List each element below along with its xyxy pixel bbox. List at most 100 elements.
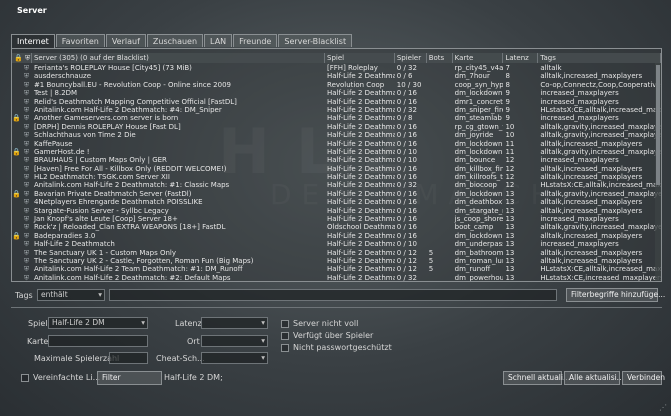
- tab-history[interactable]: Verlauf: [105, 34, 146, 47]
- chevron-down-icon: ▾: [98, 290, 102, 299]
- tags-input[interactable]: [109, 289, 557, 301]
- server-game: Half-Life 2 Deathmatch: [327, 189, 395, 198]
- server-row[interactable]: ⛨ [DRPH] Dennis ROLEPLAY House [Fast DL] H…: [12, 123, 661, 131]
- server-players: 0 / 32: [396, 273, 417, 282]
- lock-icon: [12, 223, 21, 231]
- server-latency: 9: [505, 114, 510, 123]
- latency-filter-select[interactable]: ▾: [201, 317, 268, 329]
- server-row[interactable]: 🔒 ⛨ Bavarian Private Deathmatch Server (Fa…: [12, 190, 661, 198]
- server-row[interactable]: ⛨ Schlachthaus von Time 2 Die Half-Life 2 …: [12, 131, 661, 139]
- shield-icon: ⛨: [23, 248, 30, 257]
- server-row[interactable]: ⛨ BRAUHAUS | Custom Maps Only | GER Half-L…: [12, 156, 661, 164]
- server-row[interactable]: ⛨ Anitalink.com Half-Life 2 Deathmatch: #…: [12, 106, 661, 114]
- server-game: Revolution Coop: [327, 80, 385, 89]
- column-game[interactable]: Spiel: [325, 53, 395, 63]
- shield-icon: ⛨: [23, 189, 30, 198]
- connect-button[interactable]: Verbinden: [622, 371, 665, 385]
- server-list-scrollbar[interactable]: [655, 63, 661, 281]
- server-row[interactable]: ⛨ Anitalink.com Half-Life 2 Team Deathmat…: [12, 265, 661, 273]
- server-bots: [427, 274, 453, 281]
- refresh-all-button[interactable]: Alle aktualisi...: [564, 371, 624, 385]
- location-filter-select[interactable]: ▾: [201, 335, 268, 347]
- add-filter-tags-button[interactable]: Filterbegriffe hinzufüge...: [566, 288, 665, 302]
- server-row[interactable]: ⛨ Relid's Deathmatch Mapping Competitive …: [12, 98, 661, 106]
- server-tags: alltalk,increased_maxplayers: [540, 139, 643, 148]
- server-row[interactable]: ⛨ Ferianta's ROLEPLAY House [City45] (73 …: [12, 64, 661, 72]
- server-row[interactable]: ⛨ Stargate-Fusion Server - Syllbc Legacy H…: [12, 207, 661, 215]
- server-bots: [427, 232, 453, 240]
- server-row[interactable]: ⛨ Half-Life 2 Deathmatch Half-Life 2 Death…: [12, 240, 661, 248]
- filter-button[interactable]: Filter: [97, 371, 162, 385]
- column-tags[interactable]: Tags: [538, 53, 661, 63]
- shield-icon: ⛨: [23, 265, 30, 274]
- tags-mode-select[interactable]: enthält ▾: [37, 289, 105, 301]
- server-game: Half-Life 2 Deathmatch: [327, 206, 395, 215]
- map-filter-input[interactable]: [48, 335, 148, 347]
- game-filter-select[interactable]: Half-Life 2 DM ▾: [48, 317, 148, 329]
- column-lock-shield[interactable]: 🔒 ⛨: [12, 53, 32, 63]
- server-bots: 5: [428, 265, 434, 274]
- lock-icon: [12, 173, 21, 181]
- server-players: 10 / 30: [396, 80, 422, 89]
- shield-icon: ⛨: [23, 164, 30, 173]
- server-row[interactable]: ⛨ HL2 Deathmatch: TSGK.com Server XII Half…: [12, 173, 661, 181]
- not-full-checkbox[interactable]: [281, 320, 289, 328]
- server-bots: [427, 207, 453, 215]
- server-tags: alltalk,gravity,increased_maxplayers: [540, 223, 661, 232]
- maxplayers-filter-input[interactable]: [109, 352, 148, 364]
- simplified-list-checkbox[interactable]: [21, 374, 29, 382]
- scrollbar-thumb[interactable]: [656, 65, 660, 185]
- server-row[interactable]: ⛨ The Sanctuary UK 2 - Castle, Forgotten,…: [12, 257, 661, 265]
- resize-grip-icon[interactable]: ⋰: [659, 403, 667, 412]
- tab-internet[interactable]: Internet: [11, 34, 55, 49]
- tab-friends[interactable]: Freunde: [233, 34, 278, 47]
- server-row[interactable]: ⛨ #1 Bouncyball.EU - Revolution Coop - On…: [12, 81, 661, 89]
- server-bots: 5: [428, 248, 434, 257]
- server-name: Anitalink.com Half-Life 2 Deathmatch: #4…: [33, 105, 222, 114]
- server-latency: 8: [505, 72, 510, 81]
- server-bots: [427, 223, 453, 231]
- server-row[interactable]: ⛨ The Sanctuary UK 1 - Custom Maps Only Ha…: [12, 249, 661, 257]
- has-players-checkbox[interactable]: [281, 332, 289, 340]
- server-map: dm_lockdown: [454, 147, 503, 156]
- tab-blacklist[interactable]: Server-Blacklist: [278, 34, 353, 47]
- anticheat-filter-select[interactable]: ▾: [201, 352, 268, 364]
- shield-icon: ⛨: [23, 181, 30, 190]
- server-players: 0 / 10: [396, 147, 417, 156]
- server-bots: [427, 64, 453, 72]
- column-latency[interactable]: Latenz: [503, 53, 539, 63]
- column-server-name[interactable]: Server (305) (0 auf der Blacklist): [31, 53, 326, 63]
- server-row[interactable]: 🔒⛨Badeparadies 3.0 Half-Life 2 Deathmatch…: [12, 232, 661, 240]
- server-row[interactable]: ⛨KaffePause Half-Life 2 Deathmatch0 / 16 d…: [12, 140, 661, 148]
- server-game: Half-Life 2 Deathmatch: [327, 97, 395, 106]
- server-row[interactable]: ⛨ [Haven] Free For All - Killbox Only (RE…: [12, 165, 661, 173]
- server-row[interactable]: ⛨ Rock'z | Reloaded_Clan EXTRA WEAPONS [1…: [12, 223, 661, 231]
- server-row[interactable]: ⛨ Anitalink.com Half-Life 2 Deathmatch: #…: [12, 181, 661, 189]
- server-bots: [427, 181, 453, 189]
- shield-icon: ⛨: [23, 97, 30, 106]
- server-tags: increased_maxplayers: [540, 156, 619, 165]
- column-bots[interactable]: Bots: [426, 53, 453, 63]
- shield-icon: ⛨: [23, 198, 30, 207]
- server-row[interactable]: 🔒 ⛨ Another Gameservers.com server is born…: [12, 114, 661, 122]
- tab-favorites[interactable]: Favoriten: [55, 34, 105, 47]
- column-players[interactable]: Spieler: [394, 53, 427, 63]
- server-row[interactable]: ⛨Test | 8.2DM Half-Life 2 Deathmatch0 / 1…: [12, 89, 661, 97]
- server-bots: [427, 165, 453, 173]
- server-name: Rock'z | Reloaded_Clan EXTRA WEAPONS [18…: [33, 223, 226, 232]
- no-password-checkbox[interactable]: [281, 344, 289, 352]
- server-row[interactable]: ⛨ausderschnauze Half-Life 2 Deathmatch0 /…: [12, 72, 661, 80]
- server-row[interactable]: ⛨ Jan Knopf's alte Leute [Coop] Server 18…: [12, 215, 661, 223]
- server-row[interactable]: ⛨ Anitalink.com Half-Life 2 Deathmatch: #…: [12, 273, 661, 282]
- quick-refresh-button[interactable]: Schnell aktuali...: [503, 371, 570, 385]
- location-filter-label: Ort: [187, 337, 200, 346]
- server-players: 0 / 16: [396, 89, 417, 98]
- server-row[interactable]: ⛨ 4Netplayers Ehrengarde Deathmatch POISS…: [12, 198, 661, 206]
- column-map[interactable]: Karte: [452, 53, 504, 63]
- tab-lan[interactable]: LAN: [204, 34, 233, 47]
- tab-spectate[interactable]: Zuschauen: [146, 34, 204, 47]
- server-row[interactable]: 🔒⛨GamerHost.de ! Half-Life 2 Deathmatch0 …: [12, 148, 661, 156]
- server-latency: 13: [505, 198, 515, 207]
- server-list-header: 🔒 ⛨ Server (305) (0 auf der Blacklist) S…: [12, 53, 661, 63]
- server-players: 0 / 16: [396, 139, 417, 148]
